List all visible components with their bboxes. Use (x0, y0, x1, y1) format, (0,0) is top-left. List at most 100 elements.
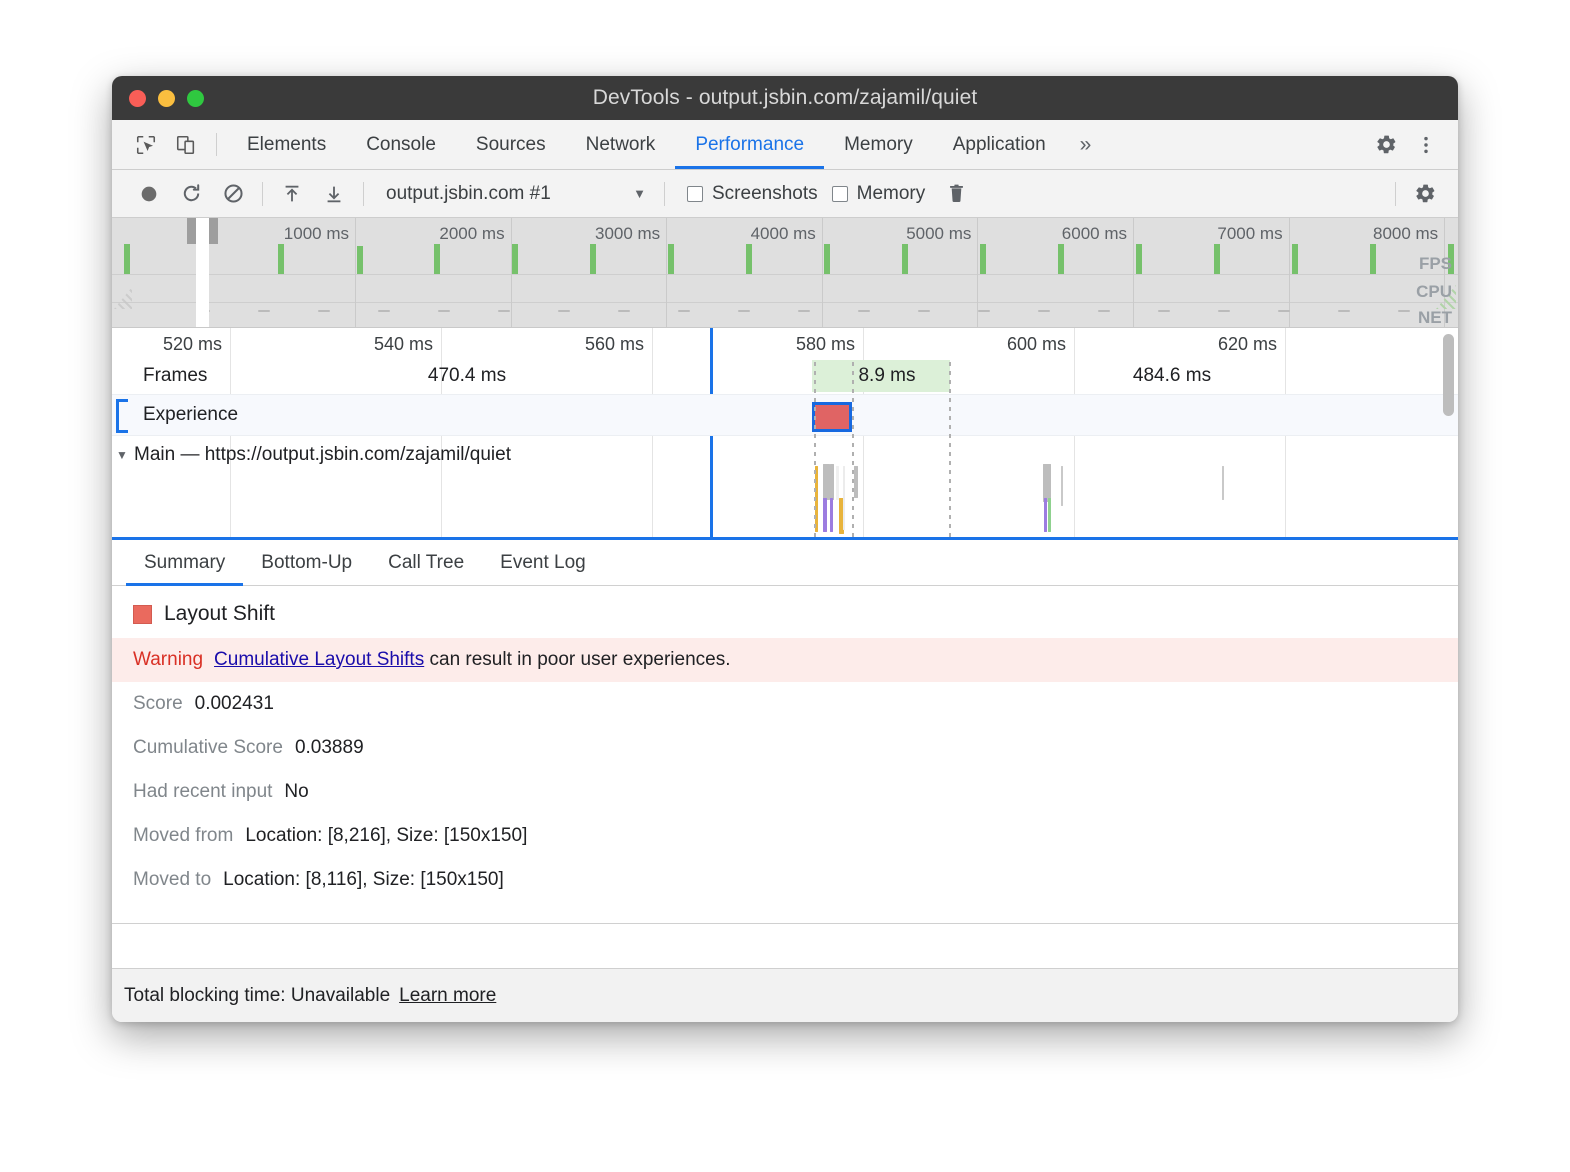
main-thread-activity-bar[interactable] (830, 464, 834, 500)
cumulative-layout-shifts-link[interactable]: Cumulative Layout Shifts (214, 649, 424, 670)
overview-time-label: 3000 ms (595, 224, 666, 244)
overview-time-label: 7000 ms (1217, 224, 1288, 244)
experience-track[interactable]: Experience (112, 394, 1458, 436)
trash-icon[interactable] (935, 174, 977, 214)
frames-track[interactable]: Frames 470.4 ms 8.9 ms 484.6 ms (112, 362, 1458, 392)
warning-text: can result in poor user experiences. (430, 649, 731, 670)
devtools-tabbar: Elements Console Sources Network Perform… (112, 120, 1458, 170)
overview-time-label: 8000 ms (1373, 224, 1444, 244)
main-thread-activity-bar[interactable] (854, 466, 858, 498)
gear-icon[interactable] (1366, 120, 1406, 170)
main-thread-activity-bar[interactable] (823, 464, 830, 500)
overview-handle-right[interactable] (209, 218, 218, 244)
overview-track-label-net: NET (1418, 308, 1452, 328)
screenshots-checkbox[interactable]: Screenshots (687, 183, 818, 205)
more-tabs-button[interactable]: » (1066, 120, 1106, 169)
frame-duration[interactable]: 8.9 ms (832, 365, 942, 387)
detail-tab-list: Summary Bottom-Up Call Tree Event Log (112, 540, 1458, 586)
layout-shift-event[interactable] (812, 402, 852, 432)
memory-checkbox-box[interactable] (832, 186, 848, 202)
overview-selection-window[interactable] (196, 218, 209, 327)
overview-handle-left[interactable] (187, 218, 196, 244)
main-thread-track[interactable]: ▼ Main — https://output.jsbin.com/zajami… (112, 440, 1458, 537)
tab-sources[interactable]: Sources (456, 120, 566, 169)
overview-time-label: 6000 ms (1062, 224, 1133, 244)
timeline-overview[interactable]: 1000 ms2000 ms3000 ms4000 ms5000 ms6000 … (112, 218, 1458, 328)
experience-track-label: Experience (143, 404, 238, 426)
tab-bottom-up[interactable]: Bottom-Up (243, 540, 370, 585)
screenshots-label: Screenshots (712, 183, 818, 205)
flamechart-time-label: 580 ms (796, 334, 863, 355)
reload-record-icon[interactable] (170, 174, 212, 214)
tab-application[interactable]: Application (933, 120, 1066, 169)
detail-bottom-divider (112, 923, 1458, 924)
recording-name: output.jsbin.com #1 (386, 183, 551, 205)
main-thread-activity-bar[interactable] (830, 498, 833, 532)
recording-selector[interactable]: output.jsbin.com #1 ▼ (386, 183, 656, 205)
gear-icon[interactable] (1404, 174, 1446, 214)
devtools-tab-list: Elements Console Sources Network Perform… (227, 120, 1105, 169)
overview-time-label: 5000 ms (906, 224, 977, 244)
tab-event-log[interactable]: Event Log (482, 540, 604, 585)
main-thread-activity-bar[interactable] (1222, 466, 1224, 500)
maximize-window-button[interactable] (187, 90, 204, 107)
perfbar-actions (1387, 174, 1458, 214)
summary-row-cumulative-score: Cumulative Score 0.03889 (112, 726, 1458, 770)
flamechart-event-divider (852, 362, 854, 540)
event-title: Layout Shift (164, 602, 275, 626)
status-bar: Total blocking time: Unavailable Learn m… (112, 968, 1458, 1022)
summary-row-score: Score 0.002431 (112, 682, 1458, 726)
minimize-window-button[interactable] (158, 90, 175, 107)
tab-summary[interactable]: Summary (126, 540, 243, 585)
memory-label: Memory (857, 183, 926, 205)
warning-banner: Warning Cumulative Layout Shifts can res… (112, 638, 1458, 682)
frame-duration[interactable]: 484.6 ms (1072, 365, 1272, 387)
more-vertical-icon[interactable] (1406, 120, 1446, 170)
chevron-down-icon[interactable]: ▼ (116, 448, 128, 462)
screenshots-checkbox-box[interactable] (687, 186, 703, 202)
upload-profile-icon[interactable] (271, 174, 313, 214)
summary-value: 0.002431 (195, 693, 274, 715)
flamechart-time-label: 520 ms (163, 334, 230, 355)
main-thread-activity-bar[interactable] (823, 498, 827, 532)
summary-value: Location: [8,216], Size: [150x150] (245, 825, 527, 847)
summary-panel: Layout Shift Warning Cumulative Layout S… (112, 586, 1458, 924)
summary-key: Score (133, 693, 183, 715)
main-thread-activity-bar[interactable] (1061, 466, 1063, 506)
flamechart-pane[interactable]: 520 ms540 ms560 ms580 ms600 ms620 ms Fra… (112, 328, 1458, 540)
perfbar-divider-4 (1395, 182, 1396, 206)
frame-duration[interactable]: 470.4 ms (367, 365, 567, 387)
flamechart-scrollbar[interactable] (1443, 334, 1454, 416)
devtools-window: DevTools - output.jsbin.com/zajamil/quie… (112, 76, 1458, 1022)
memory-checkbox[interactable]: Memory (832, 183, 926, 205)
perfbar-divider-2 (363, 182, 364, 206)
main-thread-activity-bar[interactable] (1048, 498, 1051, 532)
overview-time-label: 1000 ms (284, 224, 355, 244)
main-thread-activity-bar[interactable] (1043, 464, 1051, 502)
main-thread-label: Main — https://output.jsbin.com/zajamil/… (134, 444, 511, 466)
tab-performance[interactable]: Performance (675, 120, 824, 169)
tab-call-tree[interactable]: Call Tree (370, 540, 482, 585)
summary-row-moved-from: Moved from Location: [8,216], Size: [150… (112, 814, 1458, 858)
close-window-button[interactable] (129, 90, 146, 107)
inspect-element-icon[interactable] (126, 120, 166, 169)
overview-track-label-fps: FPS (1419, 254, 1452, 274)
layout-shift-color-swatch (133, 605, 152, 624)
record-circle-icon[interactable] (128, 174, 170, 214)
device-toolbar-icon[interactable] (166, 120, 206, 169)
learn-more-link[interactable]: Learn more (399, 985, 496, 1007)
tab-network[interactable]: Network (566, 120, 676, 169)
tab-console[interactable]: Console (346, 120, 456, 169)
flamechart-event-divider (814, 362, 816, 540)
main-thread-activity-bar[interactable] (836, 466, 839, 500)
main-thread-activity-bar[interactable] (1044, 498, 1047, 532)
tab-elements[interactable]: Elements (227, 120, 346, 169)
clear-icon[interactable] (212, 174, 254, 214)
download-profile-icon[interactable] (313, 174, 355, 214)
summary-key: Had recent input (133, 781, 272, 803)
summary-key: Moved to (133, 869, 211, 891)
window-titlebar: DevTools - output.jsbin.com/zajamil/quie… (112, 76, 1458, 120)
flamechart-time-label: 560 ms (585, 334, 652, 355)
main-thread-activity-bar[interactable] (843, 466, 845, 530)
tab-memory[interactable]: Memory (824, 120, 933, 169)
